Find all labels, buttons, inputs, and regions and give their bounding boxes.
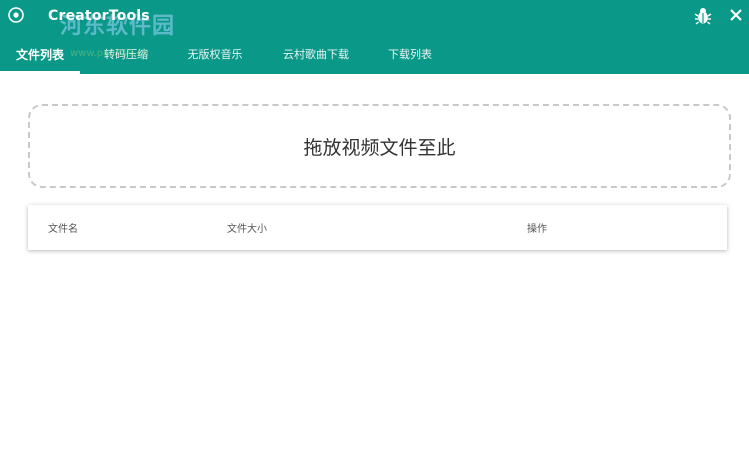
title-bar: 河东软件园 CreatorTools xyxy=(0,0,749,39)
header-bar: 河东软件园 CreatorTools 文件列表 转码压缩 无版权音乐 云村歌曲下… xyxy=(0,0,749,74)
column-header-filesize: 文件大小 xyxy=(227,224,267,235)
watermark-url: www.pc0359.cn xyxy=(70,48,150,59)
app-title: CreatorTools xyxy=(48,8,150,24)
tab-royalty-free-music[interactable]: 无版权音乐 xyxy=(172,34,258,74)
column-header-filename: 文件名 xyxy=(48,224,78,235)
app-logo-icon xyxy=(8,7,24,23)
file-table: 文件名 文件大小 操作 xyxy=(28,205,727,250)
column-header-actions: 操作 xyxy=(527,224,547,235)
tab-download-list[interactable]: 下载列表 xyxy=(374,34,446,74)
bug-icon[interactable] xyxy=(694,6,712,26)
close-icon[interactable] xyxy=(728,7,744,23)
active-tab-indicator xyxy=(0,71,80,74)
tab-file-list[interactable]: 文件列表 xyxy=(0,34,80,74)
drop-zone-label: 拖放视频文件至此 xyxy=(303,136,456,159)
file-drop-zone[interactable]: 拖放视频文件至此 xyxy=(28,104,731,188)
app-window: 河东软件园 CreatorTools 文件列表 转码压缩 无版权音乐 云村歌曲下… xyxy=(0,0,749,470)
tab-cloud-song-download[interactable]: 云村歌曲下载 xyxy=(274,34,358,74)
